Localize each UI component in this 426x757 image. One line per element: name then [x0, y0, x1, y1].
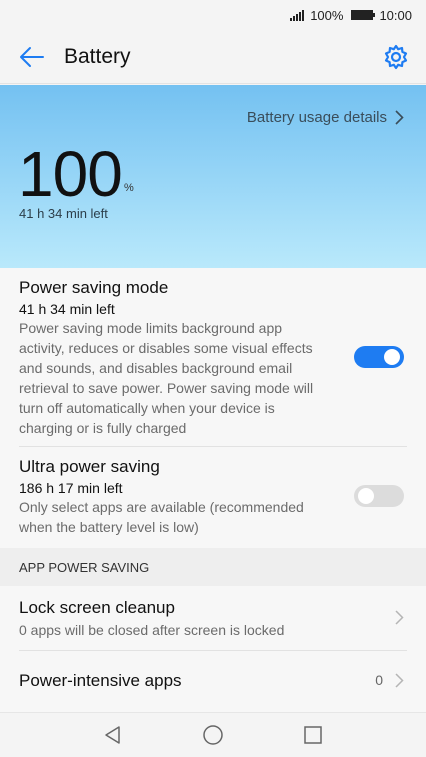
- divider: [19, 446, 407, 447]
- app-power-saving-card: Lock screen cleanup 0 apps will be close…: [0, 586, 426, 712]
- status-battery-percent: 100%: [310, 7, 344, 23]
- chevron-right-icon: [395, 673, 404, 688]
- usage-link-label: Battery usage details: [246, 109, 387, 126]
- page-title: Battery: [64, 44, 131, 68]
- battery-icon: [351, 10, 376, 20]
- nav-recents-button[interactable]: [297, 719, 329, 751]
- ultra-power-saving-description: Only select apps are available (recommen…: [19, 499, 304, 535]
- lock-screen-cleanup-subtitle: 0 apps will be closed after screen is lo…: [19, 622, 285, 638]
- square-recents-icon: [304, 726, 322, 744]
- percent-unit: %: [124, 182, 134, 194]
- battery-hero: Battery usage details 100 % 41 h 34 min …: [0, 85, 426, 268]
- circle-home-icon: [203, 725, 223, 745]
- settings-button[interactable]: [366, 30, 426, 84]
- power-intensive-apps-row[interactable]: Power-intensive apps 0: [0, 651, 426, 712]
- chevron-right-icon: [395, 610, 404, 625]
- battery-usage-details-link[interactable]: Battery usage details: [247, 109, 404, 126]
- system-navigation-bar: [0, 712, 426, 757]
- power-saving-time-left: 41 h 34 min left: [19, 301, 115, 317]
- toggle-knob: [358, 488, 374, 504]
- ultra-power-saving-toggle[interactable]: [354, 485, 404, 507]
- lock-screen-cleanup-row[interactable]: Lock screen cleanup 0 apps will be close…: [0, 586, 426, 650]
- battery-time-left: 41 h 34 min left: [19, 206, 108, 221]
- app-bar: Battery: [0, 30, 426, 84]
- nav-back-button[interactable]: [97, 719, 129, 751]
- section-header-app-power-saving: APP POWER SAVING: [0, 548, 426, 586]
- battery-level: 100: [18, 138, 123, 210]
- power-intensive-apps-title: Power-intensive apps: [19, 671, 182, 690]
- ultra-power-saving-time-left: 186 h 17 min left: [19, 480, 123, 496]
- power-saving-card: Power saving mode 41 h 34 min left Power…: [0, 268, 426, 548]
- power-intensive-apps-count: 0: [375, 672, 383, 688]
- toggle-knob: [384, 349, 400, 365]
- ultra-power-saving-title: Ultra power saving: [19, 457, 160, 476]
- status-bar: 100% 10:00: [0, 0, 426, 30]
- back-button[interactable]: [0, 30, 64, 84]
- nav-home-button[interactable]: [197, 719, 229, 751]
- lock-screen-cleanup-title: Lock screen cleanup: [19, 598, 175, 617]
- chevron-right-icon: [395, 110, 404, 125]
- arrow-left-icon: [20, 46, 44, 67]
- gear-icon: [384, 44, 408, 69]
- power-saving-description: Power saving mode limits background app …: [19, 320, 314, 436]
- power-saving-title: Power saving mode: [19, 278, 169, 297]
- triangle-back-icon: [105, 726, 120, 744]
- status-time: 10:00: [379, 7, 412, 23]
- power-saving-toggle[interactable]: [354, 346, 404, 368]
- signal-icon: [290, 9, 305, 21]
